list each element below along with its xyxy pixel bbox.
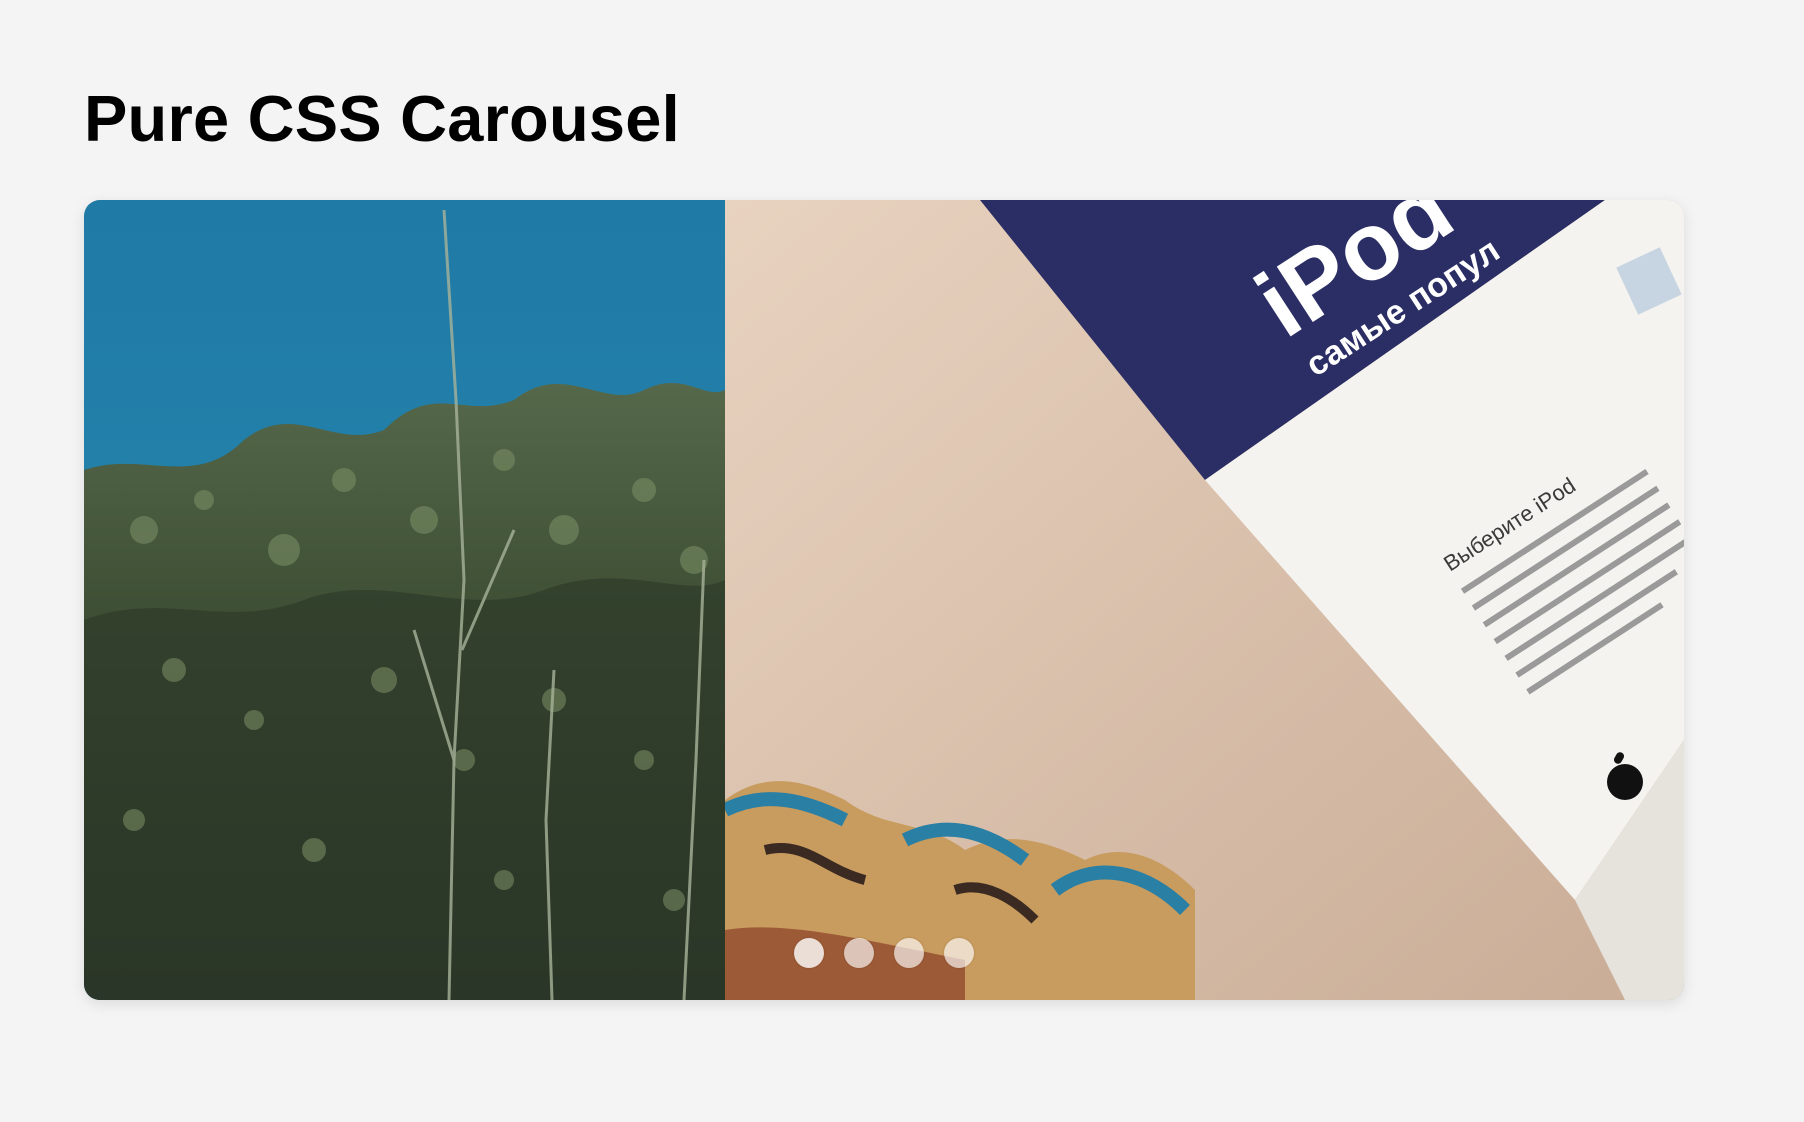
carousel-dot-1[interactable] bbox=[794, 938, 824, 968]
page-title: Pure CSS Carousel bbox=[84, 82, 680, 155]
box-image: iPod самые попул Выберите iPod bbox=[725, 200, 1684, 1000]
carousel-dots bbox=[794, 938, 974, 968]
carousel-dot-4[interactable] bbox=[944, 938, 974, 968]
carousel-slide-box: iPod самые попул Выберите iPod bbox=[725, 200, 1684, 1000]
carousel-slide-forest bbox=[84, 200, 725, 1000]
carousel-dot-2[interactable] bbox=[844, 938, 874, 968]
carousel-dot-3[interactable] bbox=[894, 938, 924, 968]
forest-image bbox=[84, 200, 725, 1000]
carousel[interactable]: iPod самые попул Выберите iPod bbox=[84, 200, 1684, 1000]
